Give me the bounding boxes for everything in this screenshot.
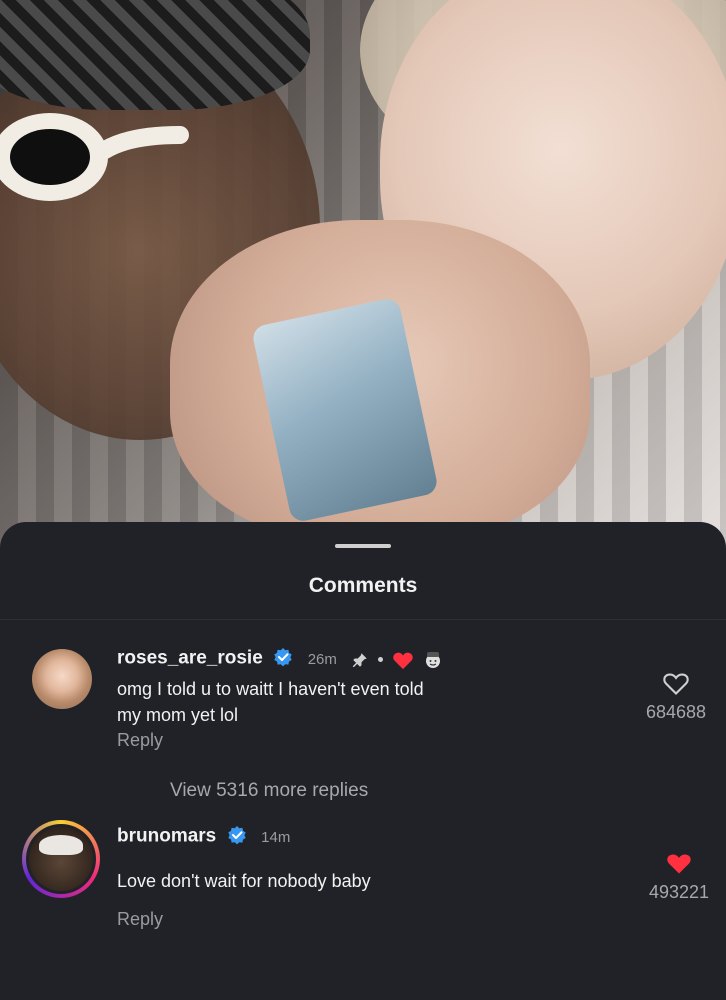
heart-icon xyxy=(393,652,414,669)
verified-badge-icon xyxy=(227,825,247,850)
pin-icon xyxy=(353,652,368,667)
avatar-image xyxy=(29,827,93,891)
avatar-roses-are-rosie[interactable] xyxy=(32,649,92,709)
like-count: 493221 xyxy=(648,882,710,902)
comment-time: 14m xyxy=(261,829,291,846)
comment-1-header: roses_are_rosie 26m xyxy=(117,647,443,672)
bucket-hat xyxy=(0,0,310,110)
hat-shape xyxy=(39,835,83,855)
emoji-icon xyxy=(426,651,441,668)
comment-text-line: my mom yet lol xyxy=(117,705,239,725)
username[interactable]: brunomars xyxy=(117,826,216,847)
comments-sheet: Comments roses_are_rosie 26m omg I told … xyxy=(0,522,726,1000)
heart-outline-icon[interactable] xyxy=(662,670,690,696)
sheet-title: Comments xyxy=(308,574,418,597)
username[interactable]: roses_are_rosie xyxy=(117,648,263,669)
post-photo xyxy=(0,0,726,560)
reply-button[interactable]: Reply xyxy=(117,730,163,751)
avatar-ring-gap xyxy=(26,824,96,894)
avatar-brunomars[interactable] xyxy=(22,820,100,898)
view-more-replies[interactable]: View 5316 more replies xyxy=(170,780,368,802)
divider xyxy=(0,619,726,620)
separator-dot xyxy=(378,657,384,662)
reply-button[interactable]: Reply xyxy=(117,909,163,930)
comment-meta-icons xyxy=(351,650,443,670)
like-count: 684688 xyxy=(645,702,707,722)
comment-text: omg I told u to waitt I haven't even tol… xyxy=(117,676,424,728)
comment-2-header: brunomars 14m xyxy=(117,825,290,850)
comment-text-line: omg I told u to waitt I haven't even tol… xyxy=(117,679,424,699)
verified-badge-icon xyxy=(273,647,293,672)
drag-handle[interactable] xyxy=(335,544,391,548)
comment-text: Love don't wait for nobody baby xyxy=(117,871,371,891)
comment-time: 26m xyxy=(307,651,337,668)
like-section: 493221 xyxy=(619,850,726,903)
heart-filled-icon[interactable] xyxy=(665,850,693,876)
like-section: 684688 xyxy=(616,670,726,723)
sunglasses xyxy=(0,113,189,201)
